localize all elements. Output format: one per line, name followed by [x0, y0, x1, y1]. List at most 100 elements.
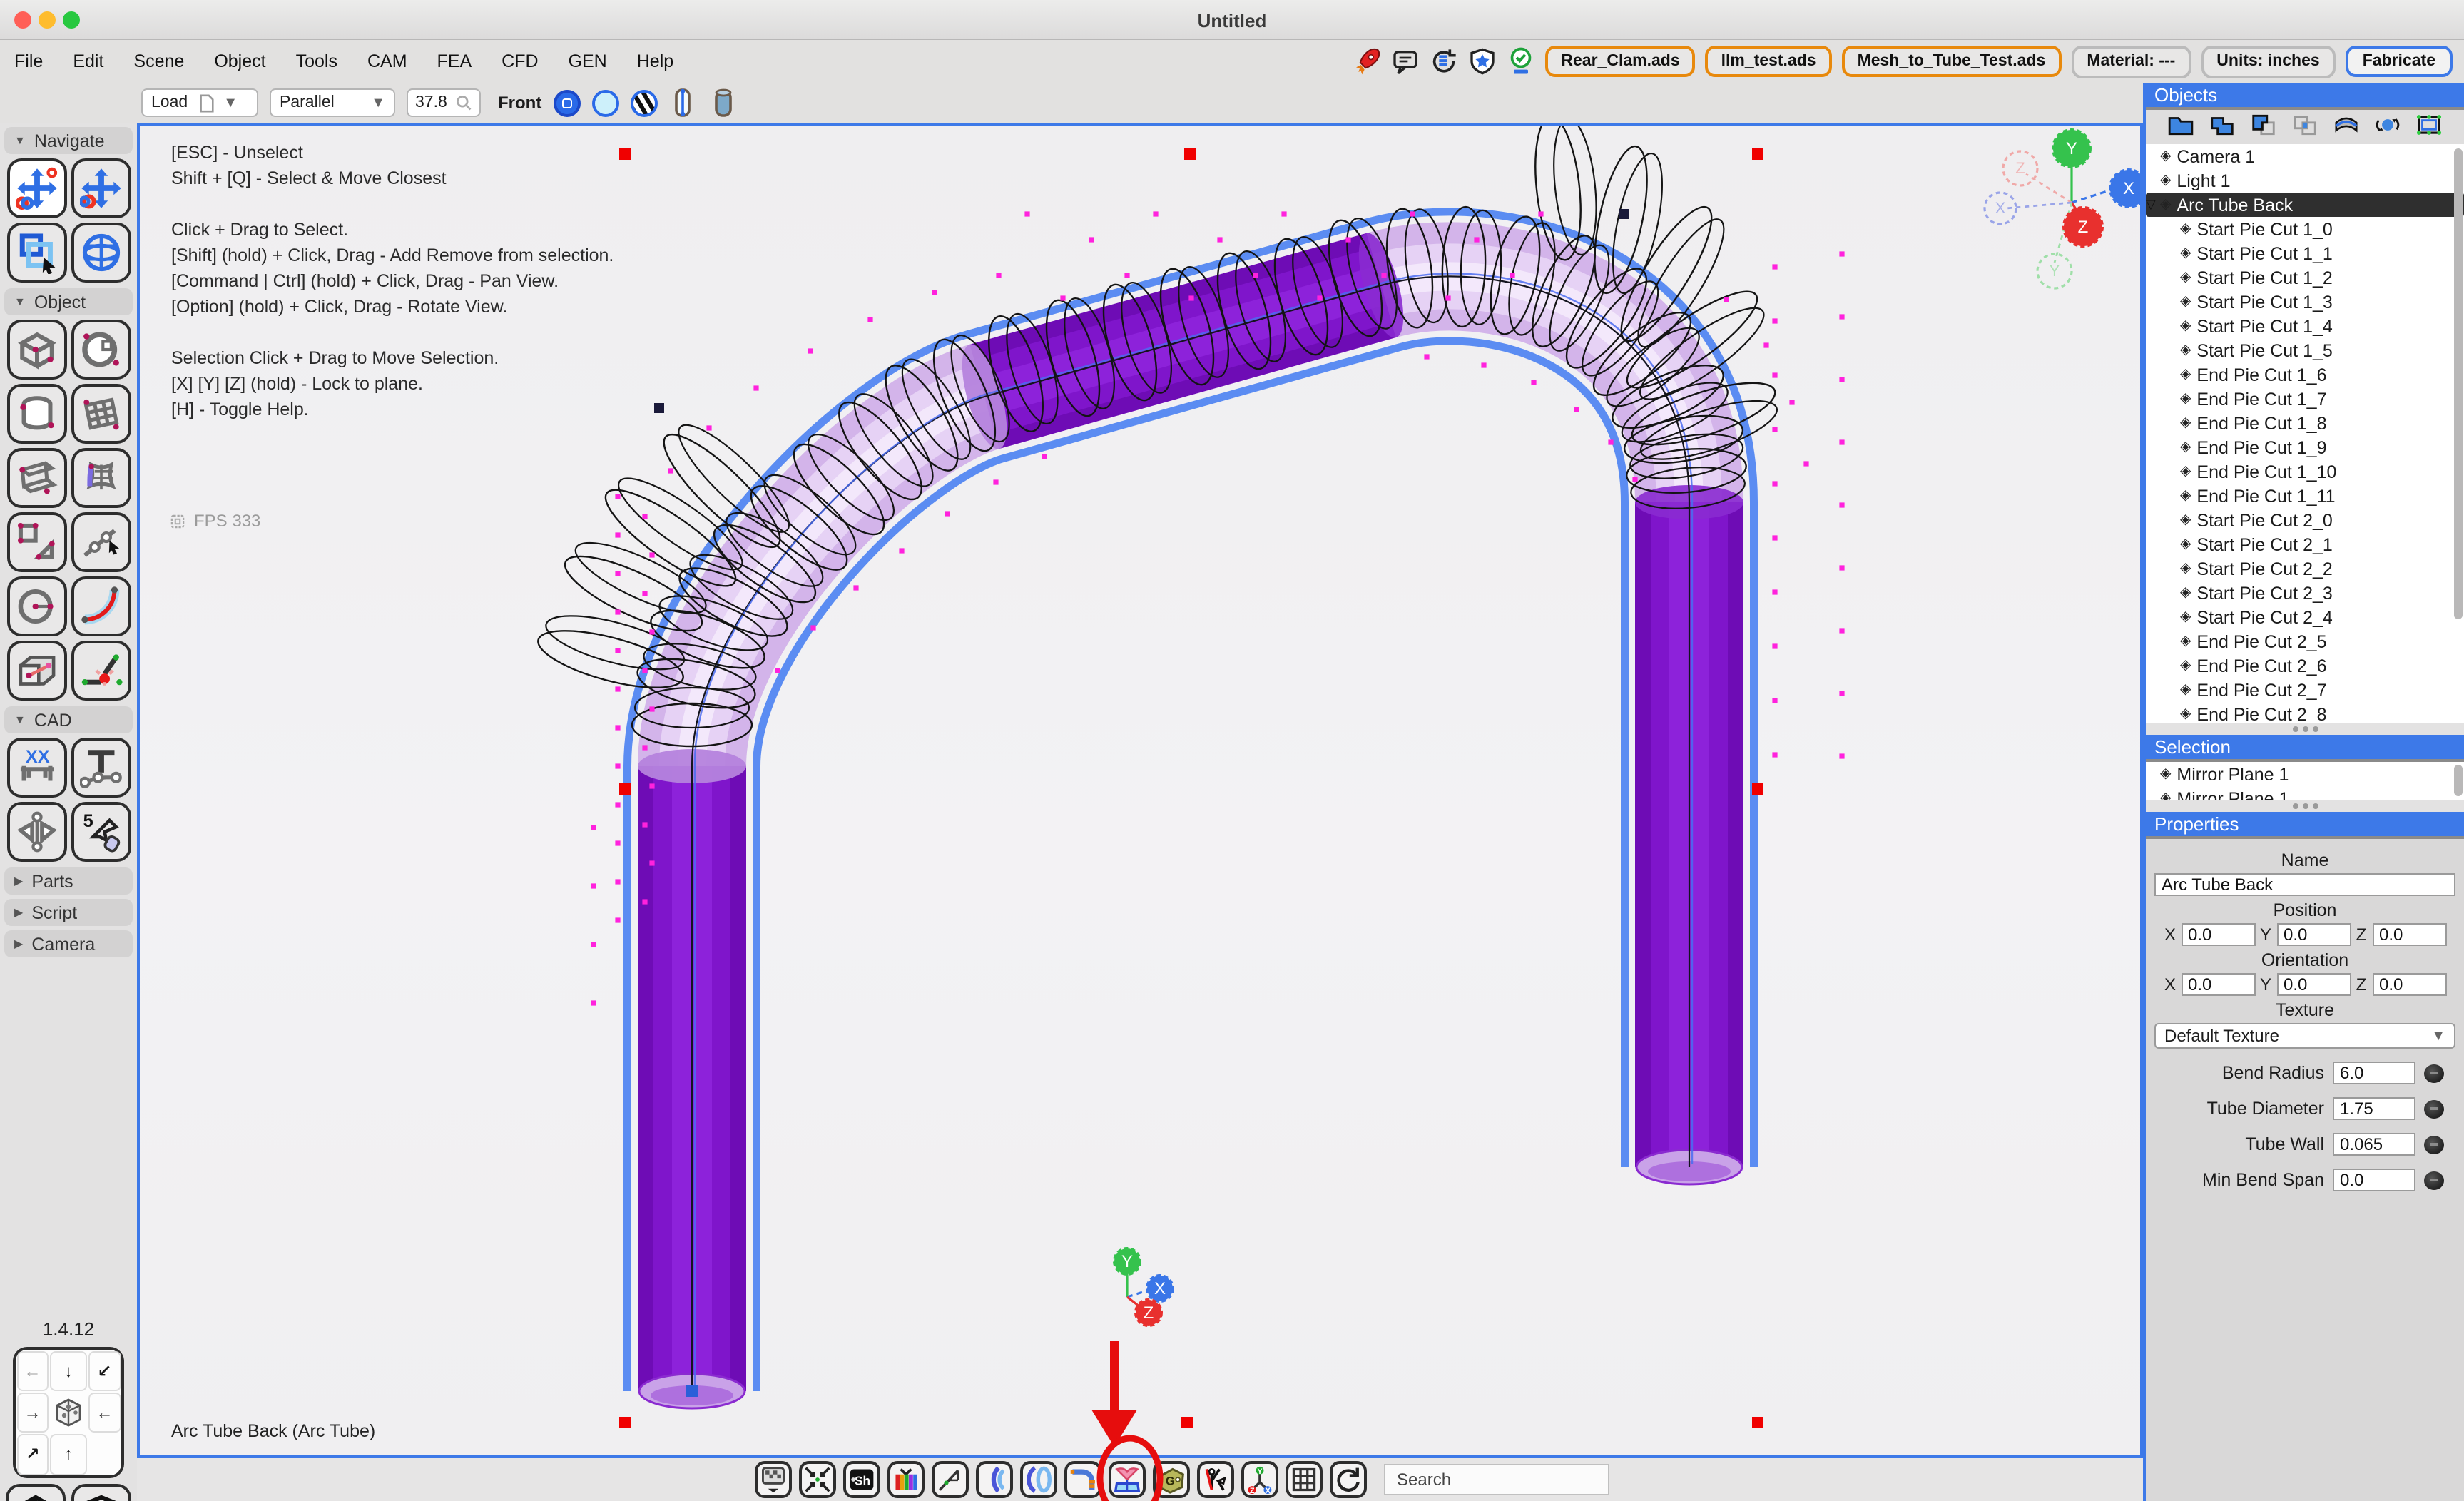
obj-circle-button[interactable] — [6, 576, 66, 636]
obj-disc-button[interactable] — [71, 320, 131, 380]
tube-solid-view-icon[interactable] — [708, 88, 737, 117]
menu-tools[interactable]: Tools — [296, 51, 337, 71]
nav-orbit-button[interactable] — [71, 223, 131, 283]
tree-item[interactable]: ◈End Pie Cut 1_6 — [2146, 362, 2464, 387]
objects-scrollbar[interactable] — [2454, 148, 2463, 619]
menu-scene[interactable]: Scene — [133, 51, 184, 71]
axis-triad-button[interactable]: YZX — [1241, 1461, 1278, 1498]
menu-file[interactable]: File — [14, 51, 43, 71]
units-button[interactable]: Units: inches — [2201, 45, 2335, 78]
measure-button[interactable] — [932, 1461, 969, 1498]
obj-tube-button[interactable] — [6, 641, 66, 701]
shield-star-icon[interactable] — [1468, 47, 1497, 76]
menu-edit[interactable]: Edit — [73, 51, 103, 71]
file-tab-button[interactable]: llm_test.ads — [1706, 46, 1832, 77]
shader-button[interactable]: Sh — [843, 1461, 880, 1498]
menu-help[interactable]: Help — [637, 51, 673, 71]
name-input[interactable] — [2154, 873, 2455, 896]
tree-item[interactable]: ◈End Pie Cut 1_7 — [2146, 387, 2464, 411]
nav-move-button[interactable] — [71, 158, 131, 218]
boolean-intersect-icon[interactable] — [2291, 113, 2318, 141]
parameter-knob[interactable] — [2424, 1064, 2444, 1082]
tree-item[interactable]: ◈Start Pie Cut 1_1 — [2146, 241, 2464, 265]
parameter-knob[interactable] — [2424, 1099, 2444, 1118]
parameter-knob[interactable] — [2424, 1135, 2444, 1154]
section-header-cad[interactable]: ▼CAD — [4, 706, 133, 733]
tree-item[interactable]: ◈End Pie Cut 1_11 — [2146, 484, 2464, 508]
tree-item[interactable]: ◈Light 1 — [2146, 168, 2464, 193]
view-arrow-button[interactable]: → — [16, 1393, 49, 1433]
parameter-input[interactable] — [2333, 1133, 2415, 1156]
tree-item[interactable]: ◈End Pie Cut 1_9 — [2146, 435, 2464, 459]
fit-view-button[interactable] — [799, 1461, 836, 1498]
axis-input-z[interactable] — [2372, 923, 2446, 946]
selection-item[interactable]: ◈Mirror Plane 1 — [2146, 762, 2464, 786]
parameter-input[interactable] — [2333, 1169, 2415, 1191]
cube-persp-icon[interactable] — [71, 1484, 131, 1501]
tree-item[interactable]: ◈Start Pie Cut 1_0 — [2146, 217, 2464, 241]
tree-item[interactable]: ◈End Pie Cut 1_8 — [2146, 411, 2464, 435]
selection-scrollbar[interactable] — [2454, 765, 2463, 796]
bounding-box-icon[interactable] — [2415, 113, 2443, 141]
nav-pan-button[interactable] — [6, 158, 66, 218]
view-cube-widget[interactable]: ←↓↙→←↗↑ — [13, 1347, 124, 1478]
boolean-union-icon[interactable] — [2209, 113, 2236, 141]
render-preview-button[interactable] — [755, 1461, 792, 1498]
obj-polyline-button[interactable] — [71, 512, 131, 572]
menu-cfd[interactable]: CFD — [502, 51, 538, 71]
tree-item[interactable]: ◈Start Pie Cut 2_3 — [2146, 581, 2464, 605]
tube-line-view-icon[interactable] — [668, 88, 697, 117]
parameter-input[interactable] — [2333, 1097, 2415, 1120]
axis-input-y[interactable] — [2276, 923, 2351, 946]
zoom-value-field[interactable]: 37.8 — [407, 88, 481, 117]
tube-section-button[interactable] — [1020, 1461, 1057, 1498]
menu-gen[interactable]: GEN — [569, 51, 607, 71]
section-header-object[interactable]: ▼Object — [4, 288, 133, 315]
selection-item[interactable]: ◈Mirror Plane 1 — [2146, 786, 2464, 800]
comment-icon[interactable] — [1391, 47, 1420, 76]
trim-disabled-button[interactable] — [1197, 1461, 1234, 1498]
zebra-view-icon[interactable] — [630, 89, 657, 116]
cad-count-button[interactable]: 5 — [71, 802, 131, 862]
cad-tnodes-button[interactable] — [71, 738, 131, 798]
material-button[interactable]: Material: --- — [2071, 45, 2191, 78]
tag-button[interactable]: G — [1153, 1461, 1190, 1498]
elbow-pipe-button[interactable] — [1064, 1461, 1101, 1498]
tree-item[interactable]: ◈Start Pie Cut 2_4 — [2146, 605, 2464, 629]
obj-weld-button[interactable] — [71, 641, 131, 701]
cad-bench-button[interactable]: XX — [6, 738, 66, 798]
tree-item[interactable]: ◈End Pie Cut 2_5 — [2146, 629, 2464, 653]
panel-resize-handle[interactable] — [2146, 723, 2464, 735]
axis-input-z[interactable] — [2372, 973, 2446, 996]
fabricate-button[interactable]: Fabricate — [2346, 46, 2453, 77]
wireframe-view-icon[interactable] — [591, 89, 618, 116]
shaded-view-icon[interactable] — [553, 89, 580, 116]
menu-cam[interactable]: CAM — [367, 51, 407, 71]
view-arrow-button[interactable]: ↓ — [50, 1350, 87, 1391]
section-header-camera[interactable]: ▶Camera — [4, 930, 133, 957]
axis-input-x[interactable] — [2181, 973, 2255, 996]
pie-cut-button[interactable] — [1109, 1461, 1146, 1498]
bend-surface-icon[interactable] — [2333, 113, 2360, 141]
view-arrow-button[interactable]: ← — [16, 1350, 49, 1391]
view-arrow-button[interactable]: ↗ — [16, 1434, 49, 1475]
expand-caret-icon[interactable]: ▽ — [2146, 197, 2160, 213]
view-arrow-button[interactable]: ← — [88, 1393, 121, 1433]
menu-object[interactable]: Object — [214, 51, 265, 71]
tree-item[interactable]: ▽◈Arc Tube Back — [2146, 193, 2464, 217]
viewport-3d[interactable]: ZXYYXZYXZ [ESC] - UnselectShift + [Q] - … — [137, 123, 2143, 1458]
check-approve-icon[interactable] — [1507, 47, 1535, 76]
color-ramp-button[interactable] — [887, 1461, 925, 1498]
obj-cube-button[interactable] — [6, 320, 66, 380]
parameter-input[interactable] — [2333, 1062, 2415, 1084]
tree-item[interactable]: ◈Camera 1 — [2146, 144, 2464, 168]
load-dropdown[interactable]: Load ▼ — [141, 88, 258, 117]
cube-solid-icon[interactable] — [6, 1484, 66, 1501]
tree-item[interactable]: ◈Start Pie Cut 2_1 — [2146, 532, 2464, 556]
tree-item[interactable]: ◈End Pie Cut 1_10 — [2146, 459, 2464, 484]
view-arrow-button[interactable]: ↑ — [50, 1434, 87, 1475]
obj-bend-button[interactable] — [71, 576, 131, 636]
view-arrow-button[interactable]: ↙ — [88, 1350, 121, 1391]
obj-beam-button[interactable] — [6, 448, 66, 508]
tree-item[interactable]: ◈Start Pie Cut 2_0 — [2146, 508, 2464, 532]
